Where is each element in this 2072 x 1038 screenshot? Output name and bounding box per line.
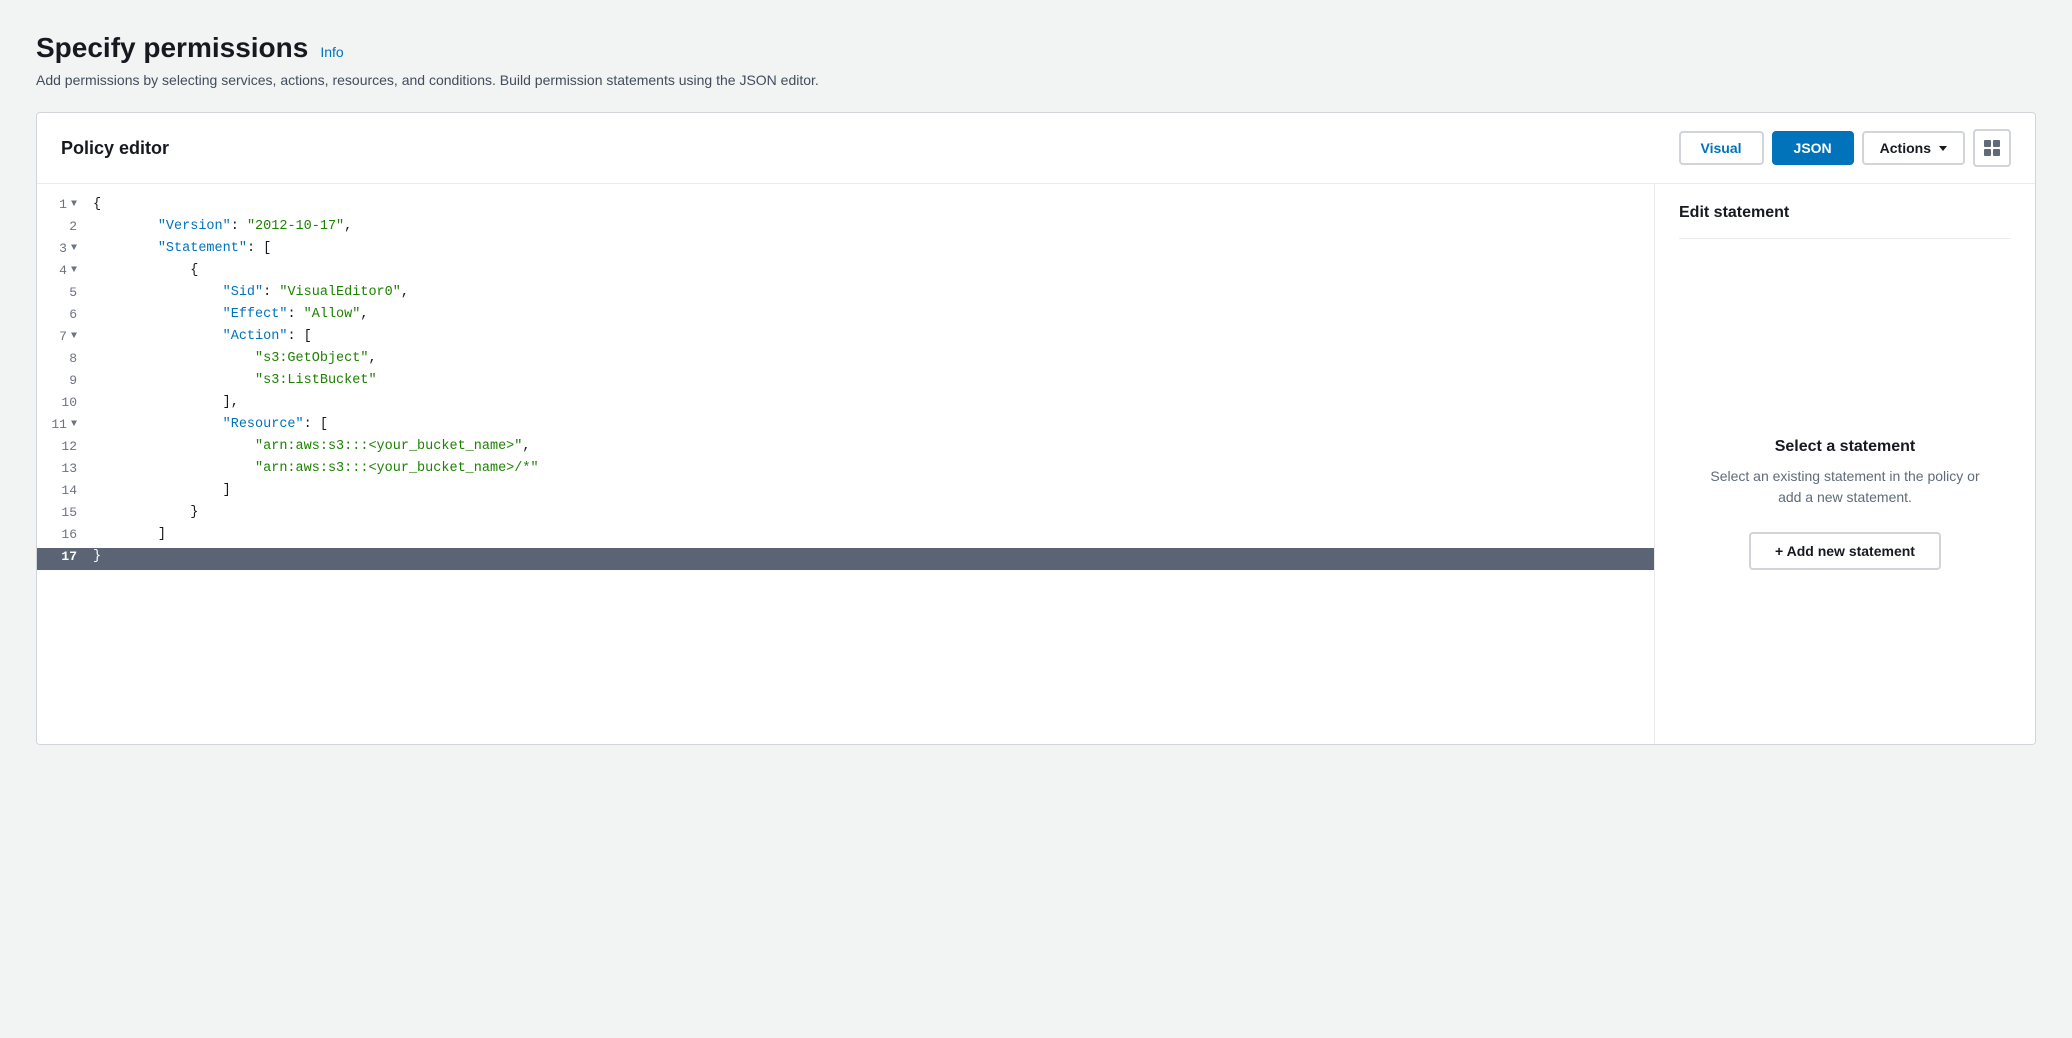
fold-arrow[interactable]: ▼ [71,243,77,254]
tab-json[interactable]: JSON [1772,131,1854,165]
code-line: 1 ▼ { [37,196,1654,218]
line-content: "Statement": [ [85,241,271,256]
code-line: 5 "Sid": "VisualEditor0", [37,284,1654,306]
line-number: 3 ▼ [37,241,85,256]
line-number: 1 ▼ [37,197,85,212]
tab-visual[interactable]: Visual [1679,131,1764,165]
line-number: 5 [37,285,85,300]
line-content: { [85,263,198,278]
line-number: 7 ▼ [37,329,85,344]
line-number: 10 [37,395,85,410]
code-line: 10 ], [37,394,1654,416]
fold-arrow[interactable]: ▼ [71,331,77,342]
code-line: 14 ] [37,482,1654,504]
line-number: 15 [37,505,85,520]
line-content: "Action": [ [85,329,312,344]
chevron-down-icon [1939,146,1947,151]
code-line: 16 ] [37,526,1654,548]
grid-icon [1984,140,2000,156]
fold-arrow[interactable]: ▼ [71,199,77,210]
view-toggle-button[interactable] [1973,129,2011,167]
fold-arrow[interactable]: ▼ [71,419,77,430]
select-statement-section: Select a statement Select an existing st… [1679,255,2011,724]
select-statement-desc: Select an existing statement in the poli… [1703,466,1987,508]
line-content-highlighted: } [85,549,101,564]
code-line: 3 ▼ "Statement": [ [37,240,1654,262]
add-new-statement-button[interactable]: + Add new statement [1749,532,1941,570]
line-content: "arn:aws:s3:::<your_bucket_name>", [85,439,530,454]
actions-label: Actions [1880,140,1931,156]
code-line: 8 "s3:GetObject", [37,350,1654,372]
line-number: 16 [37,527,85,542]
line-content: ], [85,395,239,410]
page-header: Specify permissions Info Add permissions… [36,32,2036,88]
line-content: "Effect": "Allow", [85,307,368,322]
code-line: 13 "arn:aws:s3:::<your_bucket_name>/*" [37,460,1654,482]
code-line: 2 "Version": "2012-10-17", [37,218,1654,240]
editor-controls: Visual JSON Actions [1679,129,2011,167]
code-line: 9 "s3:ListBucket" [37,372,1654,394]
line-number: 13 [37,461,85,476]
line-number: 12 [37,439,85,454]
editor-card: Policy editor Visual JSON Actions 1 ▼ [36,112,2036,745]
code-line: 15 } [37,504,1654,526]
right-panel: Edit statement Select a statement Select… [1655,184,2035,744]
page-subtitle: Add permissions by selecting services, a… [36,72,2036,88]
code-line-highlighted: 17 } [37,548,1654,570]
line-number: 11 ▼ [37,417,85,432]
line-number: 4 ▼ [37,263,85,278]
line-number: 9 [37,373,85,388]
line-number: 8 [37,351,85,366]
code-line: 6 "Effect": "Allow", [37,306,1654,328]
editor-body: 1 ▼ { 2 "Version": "2012-10-17", 3 ▼ "St… [37,184,2035,744]
line-number: 2 [37,219,85,234]
line-number: 14 [37,483,85,498]
editor-header: Policy editor Visual JSON Actions [37,113,2035,184]
line-content: "s3:GetObject", [85,351,377,366]
line-content: "Version": "2012-10-17", [85,219,352,234]
code-line: 4 ▼ { [37,262,1654,284]
code-line: 12 "arn:aws:s3:::<your_bucket_name>", [37,438,1654,460]
line-content: "s3:ListBucket" [85,373,377,388]
code-line: 7 ▼ "Action": [ [37,328,1654,350]
line-content: } [85,505,198,520]
actions-button[interactable]: Actions [1862,131,1965,165]
info-link[interactable]: Info [320,44,343,60]
editor-title: Policy editor [61,138,169,159]
line-number: 6 [37,307,85,322]
code-line: 11 ▼ "Resource": [ [37,416,1654,438]
fold-arrow[interactable]: ▼ [71,265,77,276]
line-content: "arn:aws:s3:::<your_bucket_name>/*" [85,461,539,476]
line-content: "Resource": [ [85,417,328,432]
line-content: ] [85,483,231,498]
page-title: Specify permissions [36,32,308,64]
code-panel[interactable]: 1 ▼ { 2 "Version": "2012-10-17", 3 ▼ "St… [37,184,1655,744]
line-number-highlighted: 17 [37,549,85,564]
line-content: { [85,197,101,212]
right-panel-title: Edit statement [1679,204,2011,239]
line-content: "Sid": "VisualEditor0", [85,285,409,300]
select-statement-heading: Select a statement [1775,438,1916,456]
line-content: ] [85,527,166,542]
